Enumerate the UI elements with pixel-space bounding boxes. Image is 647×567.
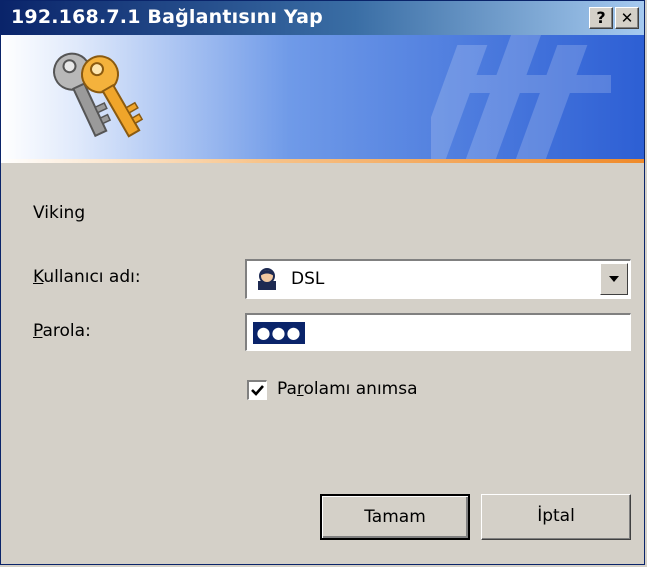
username-combobox[interactable]: DSL <box>245 259 631 299</box>
banner <box>1 35 644 161</box>
password-masked-value: ●●● <box>253 322 305 344</box>
username-label: Kullanıcı adı: <box>33 267 141 287</box>
remember-password-label[interactable]: Parolamı anımsa <box>277 379 418 399</box>
username-value: DSL <box>291 269 325 289</box>
remember-password-checkbox[interactable] <box>247 380 267 400</box>
login-dialog: 192.168.7.1 Bağlantısını Yap ? ✕ Viking … <box>0 0 645 565</box>
watermark-keys-icon <box>431 35 611 161</box>
password-label: Parola: <box>33 321 91 341</box>
password-input[interactable]: ●●● <box>245 313 631 351</box>
user-icon <box>258 268 276 290</box>
ok-button[interactable]: Tamam <box>320 494 470 540</box>
realm-text: Viking <box>33 203 86 223</box>
close-icon: ✕ <box>620 9 634 27</box>
close-button[interactable]: ✕ <box>615 7 639 29</box>
cancel-button[interactable]: İptal <box>481 494 631 540</box>
dialog-title: 192.168.7.1 Bağlantısını Yap <box>11 6 323 28</box>
help-button[interactable]: ? <box>589 7 613 29</box>
title-bar[interactable]: 192.168.7.1 Bağlantısını Yap ? ✕ <box>1 1 644 35</box>
checkmark-icon <box>251 385 264 396</box>
keys-icon <box>53 52 144 138</box>
banner-divider <box>1 159 644 163</box>
chevron-down-icon <box>609 276 619 282</box>
username-dropdown-button[interactable] <box>600 263 628 295</box>
